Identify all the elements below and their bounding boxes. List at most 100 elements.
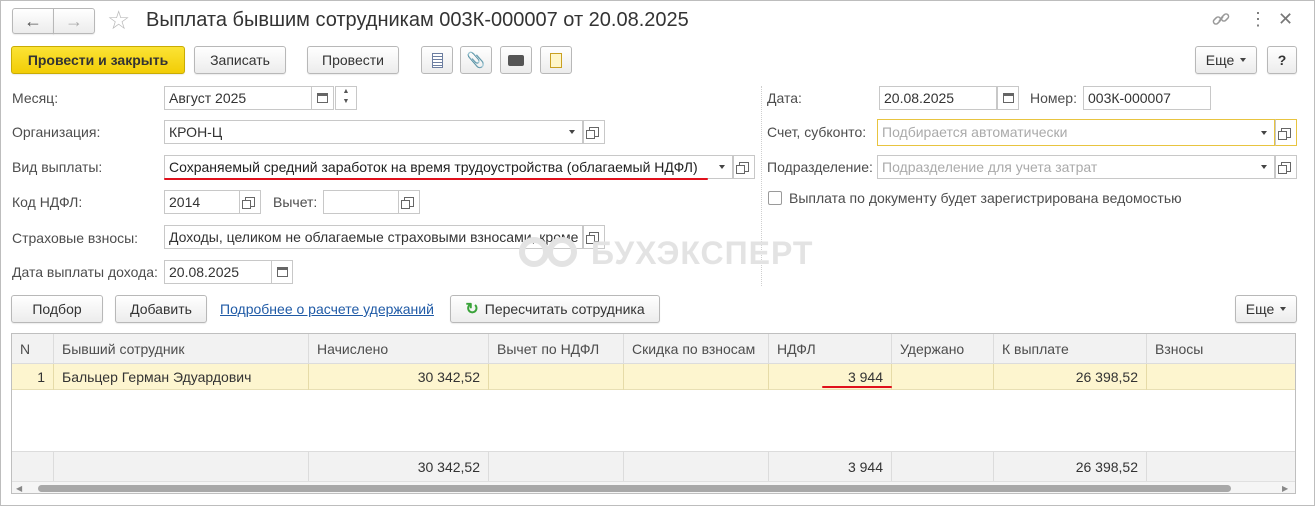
chevron-down-icon — [1260, 130, 1267, 135]
star-icon[interactable]: ☆ — [107, 6, 130, 34]
document-list-icon — [431, 52, 443, 68]
payment-type-open-button[interactable] — [733, 155, 755, 179]
organization-field[interactable]: КРОН-Ц — [164, 120, 562, 144]
payment-type-dropdown[interactable] — [711, 155, 733, 179]
ndfl-code-label: Код НДФЛ: — [12, 194, 83, 210]
refresh-icon: ↻ — [465, 301, 479, 318]
save-button[interactable]: Записать — [194, 46, 286, 74]
scroll-left-icon[interactable]: ◀ — [16, 484, 22, 493]
deductions-details-link[interactable]: Подробнее о расчете удержаний — [220, 301, 434, 317]
organization-open-button[interactable] — [583, 120, 605, 144]
scrollbar-thumb[interactable] — [38, 485, 1231, 492]
recalculate-employee-button[interactable]: ↻ Пересчитать сотрудника — [450, 295, 660, 323]
red-underline-annotation — [822, 386, 892, 388]
cell-accrued: 30 342,52 — [309, 364, 489, 390]
table-more-button[interactable]: Еще — [1235, 295, 1297, 323]
post-and-close-button[interactable]: Провести и закрыть — [11, 46, 185, 74]
arrow-left-icon: ← — [24, 10, 42, 31]
forward-button[interactable]: → — [53, 8, 95, 34]
month-stepper[interactable]: ▲ ▼ — [335, 86, 357, 110]
open-icon — [242, 197, 255, 209]
cell-withheld — [892, 364, 994, 390]
ndfl-code-field[interactable]: 2014 — [164, 190, 240, 214]
column-header-withheld[interactable]: Удержано — [892, 334, 994, 364]
chevron-down-icon — [1280, 307, 1287, 311]
deduction-field[interactable] — [323, 190, 399, 214]
open-icon — [1278, 162, 1291, 174]
statement-checkbox[interactable] — [768, 191, 782, 205]
report-button[interactable] — [421, 46, 453, 74]
date-label: Дата: — [767, 90, 802, 106]
deduction-open-button[interactable] — [398, 190, 420, 214]
back-button[interactable]: ← — [12, 8, 54, 34]
add-button[interactable]: Добавить — [115, 295, 207, 323]
employees-table[interactable]: N Бывший сотрудник Начислено Вычет по НД… — [11, 333, 1296, 494]
calendar-icon — [1002, 93, 1014, 103]
attach-button[interactable]: 📎 — [460, 46, 492, 74]
help-button[interactable]: ? — [1267, 46, 1297, 74]
date-field[interactable]: 20.08.2025 — [879, 86, 997, 110]
ndfl-code-open-button[interactable] — [239, 190, 261, 214]
open-icon — [1278, 127, 1291, 140]
payment-type-field[interactable]: Сохраняемый средний заработок на время т… — [164, 155, 712, 179]
cell-ndfl-deduction — [489, 364, 624, 390]
cell-n: 1 — [12, 364, 54, 390]
column-header-accrued[interactable]: Начислено — [309, 334, 489, 364]
calendar-icon — [317, 93, 328, 103]
division-open-button[interactable] — [1275, 155, 1297, 179]
scroll-right-icon[interactable]: ▶ — [1282, 484, 1288, 493]
column-header-ndfl-deduction[interactable]: Вычет по НДФЛ — [489, 334, 624, 364]
month-field[interactable]: Август 2025 — [164, 86, 312, 110]
income-date-label: Дата выплаты дохода: — [12, 264, 158, 280]
column-header-n[interactable]: N — [12, 334, 54, 364]
red-underline-annotation — [164, 178, 708, 180]
account-open-button[interactable] — [1275, 119, 1297, 146]
column-header-employee[interactable]: Бывший сотрудник — [54, 334, 309, 364]
structure-button[interactable] — [540, 46, 572, 74]
calendar-icon — [276, 267, 288, 277]
document-structure-icon — [550, 52, 562, 68]
division-dropdown[interactable] — [1253, 155, 1275, 179]
column-header-contributions[interactable]: Взносы — [1147, 334, 1295, 364]
watermark-text: БУХЭКСПЕРТ — [591, 235, 814, 271]
income-date-field[interactable]: 20.08.2025 — [164, 260, 272, 284]
account-dropdown[interactable] — [1253, 119, 1275, 146]
column-header-contribution-discount[interactable]: Скидка по взносам — [624, 334, 769, 364]
chevron-down-icon — [1240, 58, 1247, 62]
division-field[interactable]: Подразделение для учета затрат — [877, 155, 1254, 179]
statement-checkbox-label[interactable]: Выплата по документу будет зарегистриров… — [789, 190, 1182, 206]
total-to-pay: 26 398,52 — [994, 451, 1147, 481]
chevron-down-icon — [718, 165, 725, 169]
account-field[interactable]: Подбирается автоматически — [877, 119, 1254, 146]
account-label: Счет, субконто: — [767, 124, 867, 140]
link-icon[interactable] — [1211, 9, 1231, 29]
organization-dropdown[interactable] — [561, 120, 583, 144]
insurance-label: Страховые взносы: — [12, 230, 139, 246]
number-field[interactable]: 003К-000007 — [1083, 86, 1211, 110]
month-label: Месяц: — [12, 90, 59, 106]
total-ndfl-deduction — [489, 451, 624, 481]
total-withheld — [892, 451, 994, 481]
deduction-label: Вычет: — [273, 194, 318, 210]
total-contribution-discount — [624, 451, 769, 481]
print-button[interactable] — [500, 46, 532, 74]
date-calendar-button[interactable] — [997, 86, 1019, 110]
watermark-logo — [518, 236, 588, 268]
more-button[interactable]: Еще — [1195, 46, 1257, 74]
table-row[interactable]: 1 Бальцер Герман Эдуардович 30 342,52 3 … — [12, 364, 1295, 390]
total-ndfl: 3 944 — [769, 451, 892, 481]
pick-button[interactable]: Подбор — [11, 295, 103, 323]
post-button[interactable]: Провести — [307, 46, 399, 74]
cell-employee: Бальцер Герман Эдуардович — [54, 364, 309, 390]
more-vertical-icon[interactable]: ⋮ — [1249, 10, 1267, 28]
close-icon[interactable]: ✕ — [1278, 9, 1293, 29]
organization-label: Организация: — [12, 124, 101, 140]
column-header-to-pay[interactable]: К выплате — [994, 334, 1147, 364]
column-header-ndfl[interactable]: НДФЛ — [769, 334, 892, 364]
payment-type-label: Вид выплаты: — [12, 159, 103, 175]
horizontal-scrollbar[interactable]: ◀ ▶ — [12, 481, 1295, 493]
printer-icon — [508, 54, 524, 66]
income-date-calendar-button[interactable] — [271, 260, 293, 284]
open-icon — [401, 197, 414, 209]
month-calendar-button[interactable] — [312, 86, 334, 110]
